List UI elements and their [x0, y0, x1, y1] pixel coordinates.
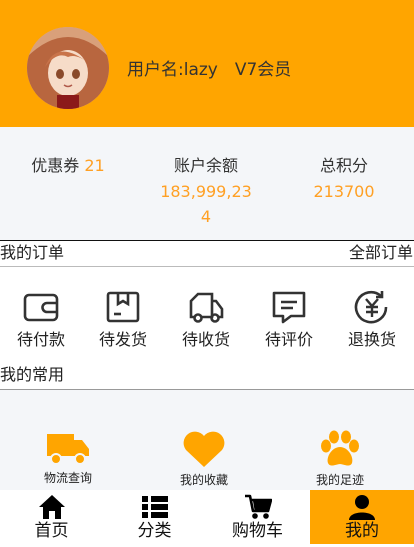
heart-icon	[183, 431, 225, 467]
coupon-value: 21	[84, 156, 105, 175]
wallet-icon	[23, 293, 59, 322]
user-info: 用户名:lazy V7会员	[127, 55, 291, 80]
order-item-label: 待收货	[181, 330, 230, 349]
tab-label: 我的	[345, 521, 379, 541]
common-item-label: 物流查询	[43, 471, 92, 485]
common-item-label: 我的收藏	[179, 473, 228, 487]
tab-label: 首页	[34, 521, 69, 541]
avatar[interactable]	[27, 27, 109, 109]
points-value: 213700	[313, 182, 375, 201]
order-pending-review[interactable]: 待评价	[249, 287, 329, 352]
username: 用户名:lazy	[127, 60, 218, 80]
points-stat[interactable]: 总积分 213700	[294, 155, 394, 204]
order-pending-receipt[interactable]: 待收货	[166, 287, 246, 352]
points-label: 总积分	[319, 156, 368, 175]
tab-category[interactable]: 分类	[103, 490, 206, 544]
coupon-stat[interactable]: 优惠券 21	[18, 155, 118, 177]
tab-cart[interactable]: 购物车	[206, 490, 309, 544]
order-item-label: 待付款	[16, 330, 65, 349]
balance-stat[interactable]: 账户余额 183,999,234	[158, 155, 254, 229]
order-item-label: 待评价	[264, 330, 313, 349]
tab-label: 购物车	[232, 521, 283, 541]
tab-label: 分类	[137, 521, 172, 541]
order-status-row: 待付款 待发货 待收货 待评价 退换货	[0, 267, 414, 363]
anime-avatar-icon	[27, 27, 109, 109]
order-item-label: 待发货	[98, 330, 147, 349]
home-icon	[38, 495, 65, 519]
coupon-label: 优惠券	[31, 156, 80, 175]
message-icon	[272, 291, 306, 324]
common-title: 我的常用	[0, 365, 65, 384]
truck-icon	[47, 434, 89, 465]
balance-label: 账户余额	[173, 156, 238, 175]
logistics-query[interactable]: 物流查询	[13, 430, 123, 486]
all-orders-link[interactable]: 全部订单	[349, 241, 413, 265]
common-features-row: 物流查询 我的收藏 我的足迹	[0, 390, 414, 490]
account-stats: 优惠券 21 账户余额 183,999,234 总积分 213700	[0, 127, 414, 240]
cart-icon	[244, 494, 272, 519]
common-section-header: 我的常用	[0, 363, 414, 390]
package-icon	[106, 291, 140, 323]
order-item-label: 退换货	[347, 330, 396, 349]
list-icon	[141, 496, 168, 518]
order-return-exchange[interactable]: 退换货	[332, 287, 412, 352]
orders-title: 我的订单	[0, 243, 65, 262]
paw-icon	[321, 430, 359, 466]
tab-home[interactable]: 首页	[0, 490, 103, 544]
truck-icon	[189, 292, 224, 323]
my-footprints[interactable]: 我的足迹	[285, 430, 395, 488]
orders-section-header: 我的订单 全部订单	[0, 240, 414, 267]
bottom-tab-bar: 首页 分类 购物车 我的	[0, 490, 414, 547]
order-pending-shipment[interactable]: 待发货	[83, 287, 163, 352]
member-level: V7会员	[234, 60, 292, 80]
tab-mine[interactable]: 我的	[310, 490, 414, 544]
user-icon	[349, 495, 375, 520]
my-favorites[interactable]: 我的收藏	[149, 430, 259, 488]
balance-value: 183,999,234	[160, 182, 252, 226]
refund-icon	[354, 290, 388, 324]
common-item-label: 我的足迹	[315, 473, 364, 487]
order-pending-payment[interactable]: 待付款	[1, 287, 81, 352]
profile-header: 用户名:lazy V7会员	[0, 0, 414, 127]
